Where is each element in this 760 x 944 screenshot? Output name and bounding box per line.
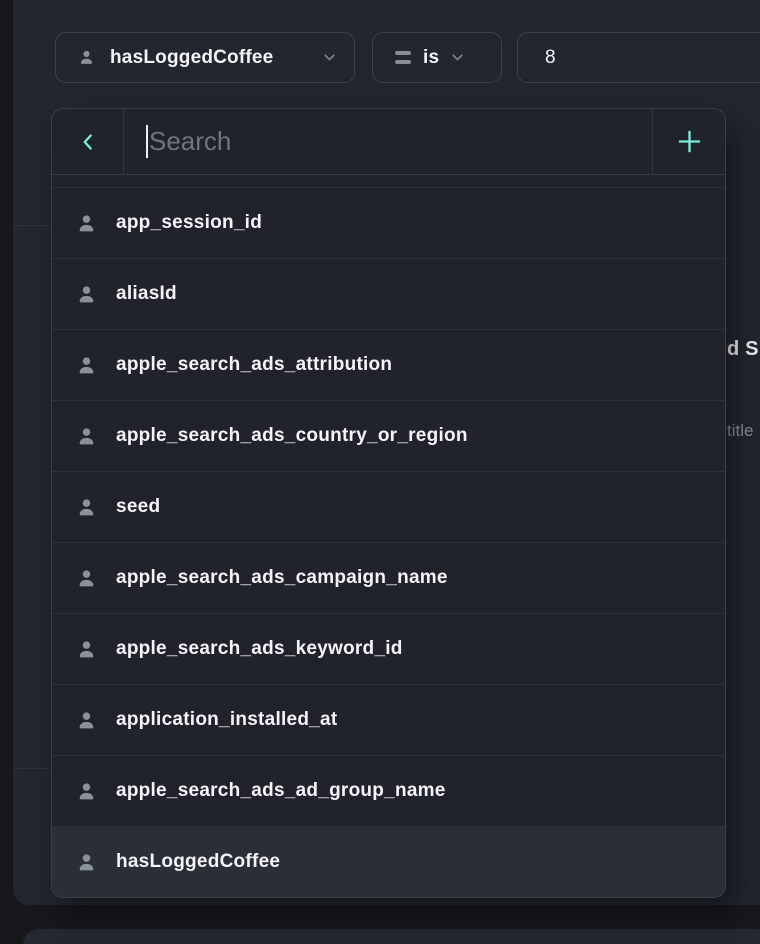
chevron-down-icon <box>449 49 466 66</box>
background-card-below <box>23 929 760 944</box>
list-item[interactable]: seed <box>52 472 725 543</box>
list-item-label: application_installed_at <box>116 709 337 731</box>
list-item-label: aliasId <box>116 283 177 305</box>
filter-operator-label: is <box>423 47 439 69</box>
list-item-label: apple_search_ads_ad_group_name <box>116 780 446 802</box>
person-icon <box>76 355 97 376</box>
list-item-label: hasLoggedCoffee <box>116 851 280 873</box>
filter-property-label: hasLoggedCoffee <box>110 47 273 69</box>
text-caret <box>146 125 148 158</box>
person-icon <box>76 568 97 589</box>
search-field-wrap <box>124 109 652 174</box>
list-item[interactable]: aliasId <box>52 259 725 330</box>
search-input[interactable] <box>124 126 652 157</box>
person-icon <box>76 710 97 731</box>
list-item[interactable]: app_session_id <box>52 188 725 259</box>
scrolled-row-sliver <box>52 175 725 188</box>
clipped-background-text: d S <box>727 338 759 361</box>
list-item-label: apple_search_ads_attribution <box>116 354 392 376</box>
person-icon <box>76 781 97 802</box>
background-divider <box>14 768 51 769</box>
list-item[interactable]: apple_search_ads_attribution <box>52 330 725 401</box>
person-icon <box>76 497 97 518</box>
back-button[interactable] <box>52 109 124 174</box>
list-item[interactable]: hasLoggedCoffee <box>52 827 725 897</box>
equals-icon <box>395 51 411 64</box>
list-item-label: seed <box>116 496 160 518</box>
chevron-down-icon <box>321 49 338 66</box>
chevron-left-icon <box>75 129 101 155</box>
dropdown-search-bar <box>52 109 725 175</box>
person-icon <box>76 426 97 447</box>
filter-value-input[interactable] <box>545 47 745 69</box>
list-item[interactable]: apple_search_ads_campaign_name <box>52 543 725 614</box>
plus-icon <box>674 126 705 157</box>
person-icon <box>76 284 97 305</box>
property-list: app_session_id aliasId apple_search_ads_… <box>52 188 725 897</box>
filter-value-pill <box>517 32 760 83</box>
filter-property-pill[interactable]: hasLoggedCoffee <box>55 32 355 83</box>
screen: d S title hasLoggedCoffee is <box>0 0 760 944</box>
list-item-label: apple_search_ads_country_or_region <box>116 425 468 447</box>
person-icon <box>76 852 97 873</box>
list-item[interactable]: application_installed_at <box>52 685 725 756</box>
person-icon <box>76 213 97 234</box>
list-item-label: app_session_id <box>116 212 262 234</box>
list-item[interactable]: apple_search_ads_keyword_id <box>52 614 725 685</box>
add-button[interactable] <box>652 109 725 174</box>
list-item[interactable]: apple_search_ads_country_or_region <box>52 401 725 472</box>
person-icon <box>78 49 95 66</box>
list-item-label: apple_search_ads_campaign_name <box>116 567 448 589</box>
background-divider <box>14 225 51 226</box>
person-icon <box>76 639 97 660</box>
list-item-label: apple_search_ads_keyword_id <box>116 638 403 660</box>
list-item[interactable]: apple_search_ads_ad_group_name <box>52 756 725 827</box>
property-picker-dropdown: app_session_id aliasId apple_search_ads_… <box>51 108 726 898</box>
clipped-background-text: title <box>727 421 753 441</box>
filter-operator-pill[interactable]: is <box>372 32 502 83</box>
